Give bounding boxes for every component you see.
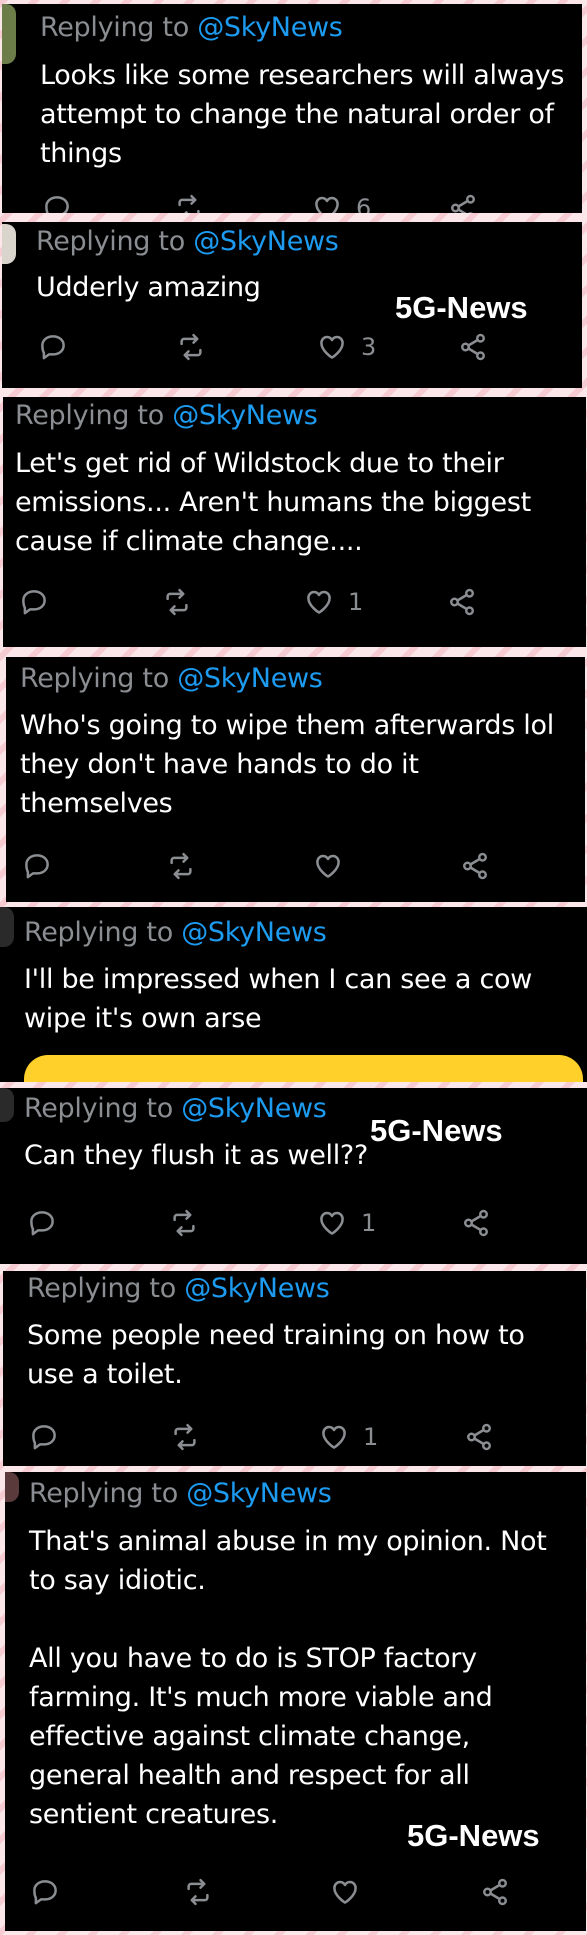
reply-card[interactable]: Replying to @SkyNews Some people need tr… (3, 1271, 586, 1466)
avatar[interactable] (2, 224, 16, 264)
avatar[interactable] (0, 1088, 14, 1122)
like-button[interactable] (330, 1872, 374, 1912)
watermark-logo: 5G-News (370, 1113, 503, 1148)
share-icon[interactable] (460, 846, 490, 886)
reply-icon[interactable] (19, 582, 49, 622)
heart-icon (330, 1877, 360, 1907)
action-bar (30, 1872, 570, 1912)
replying-to: Replying to @SkyNews (36, 226, 339, 257)
action-bar: 3 (38, 327, 558, 367)
heart-icon (313, 851, 343, 881)
action-bar: 6 (42, 188, 562, 213)
heart-icon (304, 587, 334, 617)
action-bar: 1 (29, 1417, 569, 1457)
like-count: 1 (348, 588, 364, 616)
retweet-icon[interactable] (176, 327, 206, 367)
action-bar: 1 (27, 1203, 567, 1243)
replying-to: Replying to @SkyNews (24, 917, 327, 948)
like-count: 6 (356, 194, 372, 213)
reply-card[interactable]: Replying to @SkyNews Looks like some res… (2, 4, 582, 213)
reply-text: Can they flush it as well?? (24, 1140, 368, 1171)
reply-card[interactable]: Replying to @SkyNews Can they flush it a… (0, 1088, 587, 1264)
avatar[interactable] (5, 1472, 19, 1502)
watermark-logo: 5G-News (395, 290, 528, 325)
share-icon[interactable] (480, 1872, 510, 1912)
reply-text: I'll be impressed when I can see a cow w… (24, 964, 533, 1034)
handle-link[interactable]: @SkyNews (197, 12, 343, 43)
watermark-logo: 5G-News (407, 1818, 540, 1853)
reply-icon[interactable] (30, 1872, 60, 1912)
heart-icon (312, 193, 342, 213)
handle-link[interactable]: @SkyNews (184, 1273, 330, 1304)
retweet-icon[interactable] (169, 1203, 199, 1243)
action-bar: 1 (19, 582, 559, 622)
like-button[interactable]: 1 (319, 1417, 378, 1457)
reply-text: Who's going to wipe them afterwards lol … (20, 710, 554, 819)
handle-link[interactable]: @SkyNews (177, 663, 323, 694)
reply-card[interactable]: Replying to @SkyNews Let's get rid of Wi… (3, 397, 586, 647)
reply-icon[interactable] (38, 327, 68, 367)
share-icon[interactable] (458, 327, 488, 367)
action-bar (22, 846, 562, 886)
retweet-icon[interactable] (166, 846, 196, 886)
avatar[interactable] (0, 907, 14, 947)
retweet-icon[interactable] (162, 582, 192, 622)
like-count: 1 (363, 1423, 379, 1451)
like-button[interactable]: 3 (317, 327, 376, 367)
retweet-icon[interactable] (170, 1417, 200, 1457)
like-button[interactable]: 1 (304, 582, 363, 622)
reply-icon[interactable] (27, 1203, 57, 1243)
heart-icon (317, 332, 347, 362)
like-button[interactable]: 6 (312, 188, 371, 213)
reply-card[interactable]: Replying to @SkyNews Who's going to wipe… (6, 657, 585, 902)
replying-to: Replying to @SkyNews (24, 1093, 327, 1124)
replying-to: Replying to @SkyNews (15, 400, 318, 431)
like-count: 3 (361, 333, 377, 361)
reply-icon[interactable] (42, 188, 72, 213)
reply-text: Looks like some researchers will always … (40, 60, 565, 169)
reply-card[interactable]: Replying to @SkyNews Udderly amazing 5G-… (2, 222, 582, 388)
handle-link[interactable]: @SkyNews (181, 917, 327, 948)
reply-card[interactable]: Replying to @SkyNews I'll be impressed w… (0, 907, 587, 1082)
replying-to: Replying to @SkyNews (29, 1478, 332, 1509)
replying-to: Replying to @SkyNews (20, 663, 323, 694)
reply-text: That's animal abuse in my opinion. Not t… (29, 1526, 547, 1830)
retweet-icon[interactable] (174, 188, 204, 213)
like-count: 1 (361, 1209, 377, 1237)
reply-icon[interactable] (22, 846, 52, 886)
handle-link[interactable]: @SkyNews (193, 226, 339, 257)
handle-link[interactable]: @SkyNews (186, 1478, 332, 1509)
share-icon[interactable] (447, 582, 477, 622)
handle-link[interactable]: @SkyNews (181, 1093, 327, 1124)
avatar[interactable] (2, 4, 16, 64)
reply-text: Udderly amazing (36, 272, 261, 303)
reply-text: Let's get rid of Wildstock due to their … (15, 448, 531, 557)
replying-to: Replying to @SkyNews (40, 12, 343, 43)
like-button[interactable] (313, 846, 357, 886)
heart-icon (317, 1208, 347, 1238)
share-icon[interactable] (461, 1203, 491, 1243)
share-icon[interactable] (448, 188, 478, 213)
reply-icon[interactable] (29, 1417, 59, 1457)
share-icon[interactable] (464, 1417, 494, 1457)
embedded-image[interactable] (24, 1055, 583, 1082)
handle-link[interactable]: @SkyNews (172, 400, 318, 431)
heart-icon (319, 1422, 349, 1452)
retweet-icon[interactable] (183, 1872, 213, 1912)
reply-card[interactable]: Replying to @SkyNews That's animal abuse… (5, 1472, 586, 1931)
like-button[interactable]: 1 (317, 1203, 376, 1243)
replying-to: Replying to @SkyNews (27, 1273, 330, 1304)
reply-text: Some people need training on how to use … (27, 1320, 525, 1390)
